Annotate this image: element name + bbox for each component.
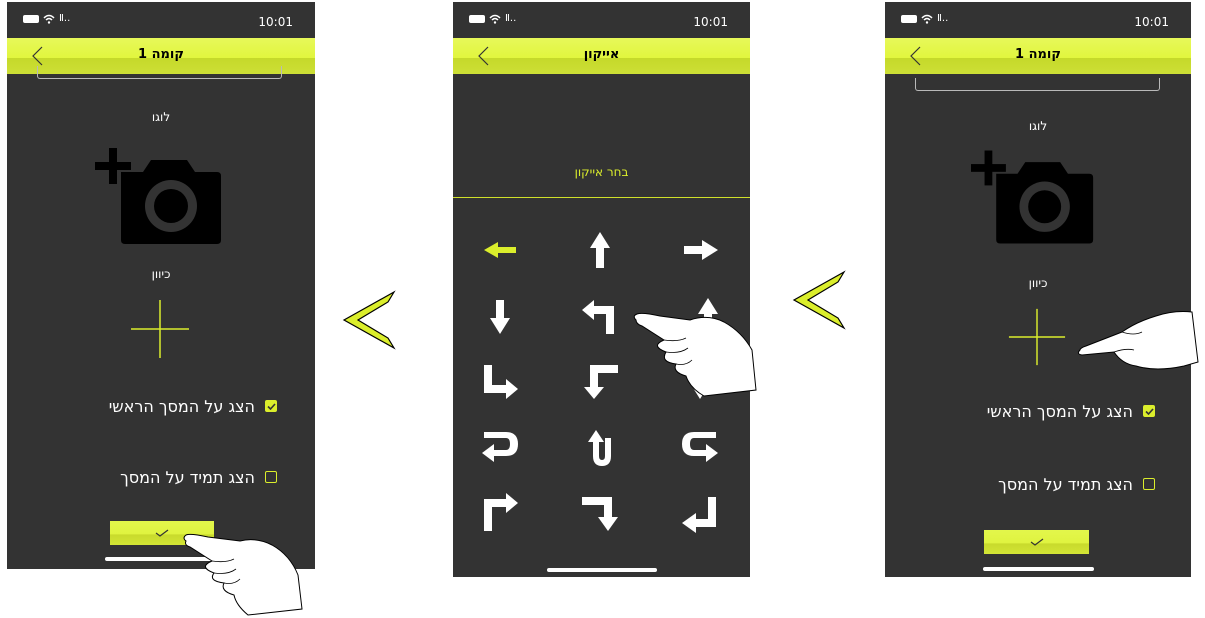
check-icon <box>155 529 169 537</box>
status-time: 10:01 <box>693 15 728 29</box>
flow-arrow-icon <box>342 290 396 350</box>
icon-picker-screen: Ⅱ.. 10:01 אייקון בחר אייקון <box>453 2 750 577</box>
add-direction-icon[interactable] <box>129 298 191 360</box>
title-bar: אייקון <box>453 38 750 74</box>
floor-settings-screen-right: Ⅱ.. 10:01 קומה 1 לוגו כיוון הצג על המסך … <box>885 2 1191 577</box>
show-main-label: הצג על המסך הראשי <box>108 396 255 416</box>
system-icons: Ⅱ.. <box>901 13 948 25</box>
show-main-checkbox[interactable] <box>1143 405 1155 417</box>
check-icon <box>266 402 276 410</box>
wifi-icon <box>43 14 55 24</box>
status-bar: Ⅱ.. 10:01 <box>453 2 750 36</box>
flow-arrow-icon <box>792 270 846 330</box>
name-input-bottom-edge[interactable] <box>915 78 1160 91</box>
logo-label: לוגו <box>1028 119 1048 133</box>
signal-icon: Ⅱ.. <box>937 13 949 24</box>
return-left-icon[interactable] <box>677 490 723 536</box>
page-title: קומה 1 <box>138 47 184 62</box>
arrow-left-icon[interactable] <box>477 227 523 273</box>
wifi-icon <box>921 14 933 24</box>
check-icon <box>1030 538 1043 546</box>
u-turn-left-icon[interactable] <box>477 425 523 471</box>
home-indicator <box>983 567 1094 571</box>
show-main-row[interactable]: הצג על המסך הראשי <box>913 399 1155 423</box>
floor-settings-screen-left: Ⅱ.. 10:01 קומה 1 לוגו כיוון הצג על המסך … <box>7 2 315 569</box>
turn-down-right-icon[interactable] <box>477 358 523 404</box>
direction-label: כיוון <box>151 267 171 281</box>
show-always-checkbox[interactable] <box>265 471 277 483</box>
show-main-label: הצג על המסך הראשי <box>986 401 1133 421</box>
add-photo-icon[interactable] <box>95 148 225 246</box>
show-always-row[interactable]: הצג תמיד על המסך <box>913 472 1155 496</box>
turn-left-icon[interactable] <box>577 293 623 339</box>
page-title: קומה 1 <box>1015 47 1061 62</box>
status-time: 10:01 <box>1134 15 1169 29</box>
battery-icon <box>23 15 39 23</box>
system-icons: Ⅱ.. <box>23 13 70 25</box>
hand-pointer-icon <box>633 312 757 397</box>
show-always-label: הצג תמיד על המסך <box>120 467 255 487</box>
page-title: אייקון <box>583 47 620 62</box>
status-bar: Ⅱ.. 10:01 <box>885 2 1191 36</box>
wifi-icon <box>489 14 501 24</box>
signal-icon: Ⅱ.. <box>505 13 517 24</box>
u-turn-up-icon[interactable] <box>577 425 623 471</box>
show-always-checkbox[interactable] <box>1143 478 1155 490</box>
show-always-row[interactable]: הצג תמיד על המסך <box>35 465 277 489</box>
battery-icon <box>469 15 485 23</box>
signal-icon: Ⅱ.. <box>59 13 71 24</box>
direction-label: כיוון <box>1028 276 1048 290</box>
logo-label: לוגו <box>151 110 171 124</box>
divider <box>453 197 750 198</box>
title-bar: קומה 1 <box>885 38 1191 74</box>
arrow-right-icon[interactable] <box>677 227 723 273</box>
add-photo-icon[interactable] <box>971 150 1097 246</box>
turn-right-down-icon[interactable] <box>577 490 623 536</box>
battery-icon <box>901 15 917 23</box>
arrow-down-icon[interactable] <box>477 293 523 339</box>
turn-up-right-icon[interactable] <box>477 490 523 536</box>
name-input-bottom-edge[interactable] <box>37 66 282 79</box>
hand-pointer-icon <box>1077 311 1199 370</box>
system-icons: Ⅱ.. <box>469 13 516 25</box>
u-turn-right-icon[interactable] <box>677 425 723 471</box>
show-always-label: הצג תמיד על המסך <box>998 474 1133 494</box>
status-bar: Ⅱ.. 10:01 <box>7 2 315 36</box>
choose-icon-label: בחר אייקון <box>574 165 629 179</box>
hand-pointer-icon <box>183 533 303 616</box>
show-main-checkbox[interactable] <box>265 400 277 412</box>
confirm-button[interactable] <box>984 530 1089 554</box>
turn-down-left-icon[interactable] <box>577 358 623 404</box>
arrow-up-icon[interactable] <box>577 227 623 273</box>
status-time: 10:01 <box>258 15 293 29</box>
add-direction-icon[interactable] <box>1007 307 1067 367</box>
home-indicator <box>547 568 657 572</box>
check-icon <box>1144 407 1154 415</box>
show-main-row[interactable]: הצג על המסך הראשי <box>35 394 277 418</box>
